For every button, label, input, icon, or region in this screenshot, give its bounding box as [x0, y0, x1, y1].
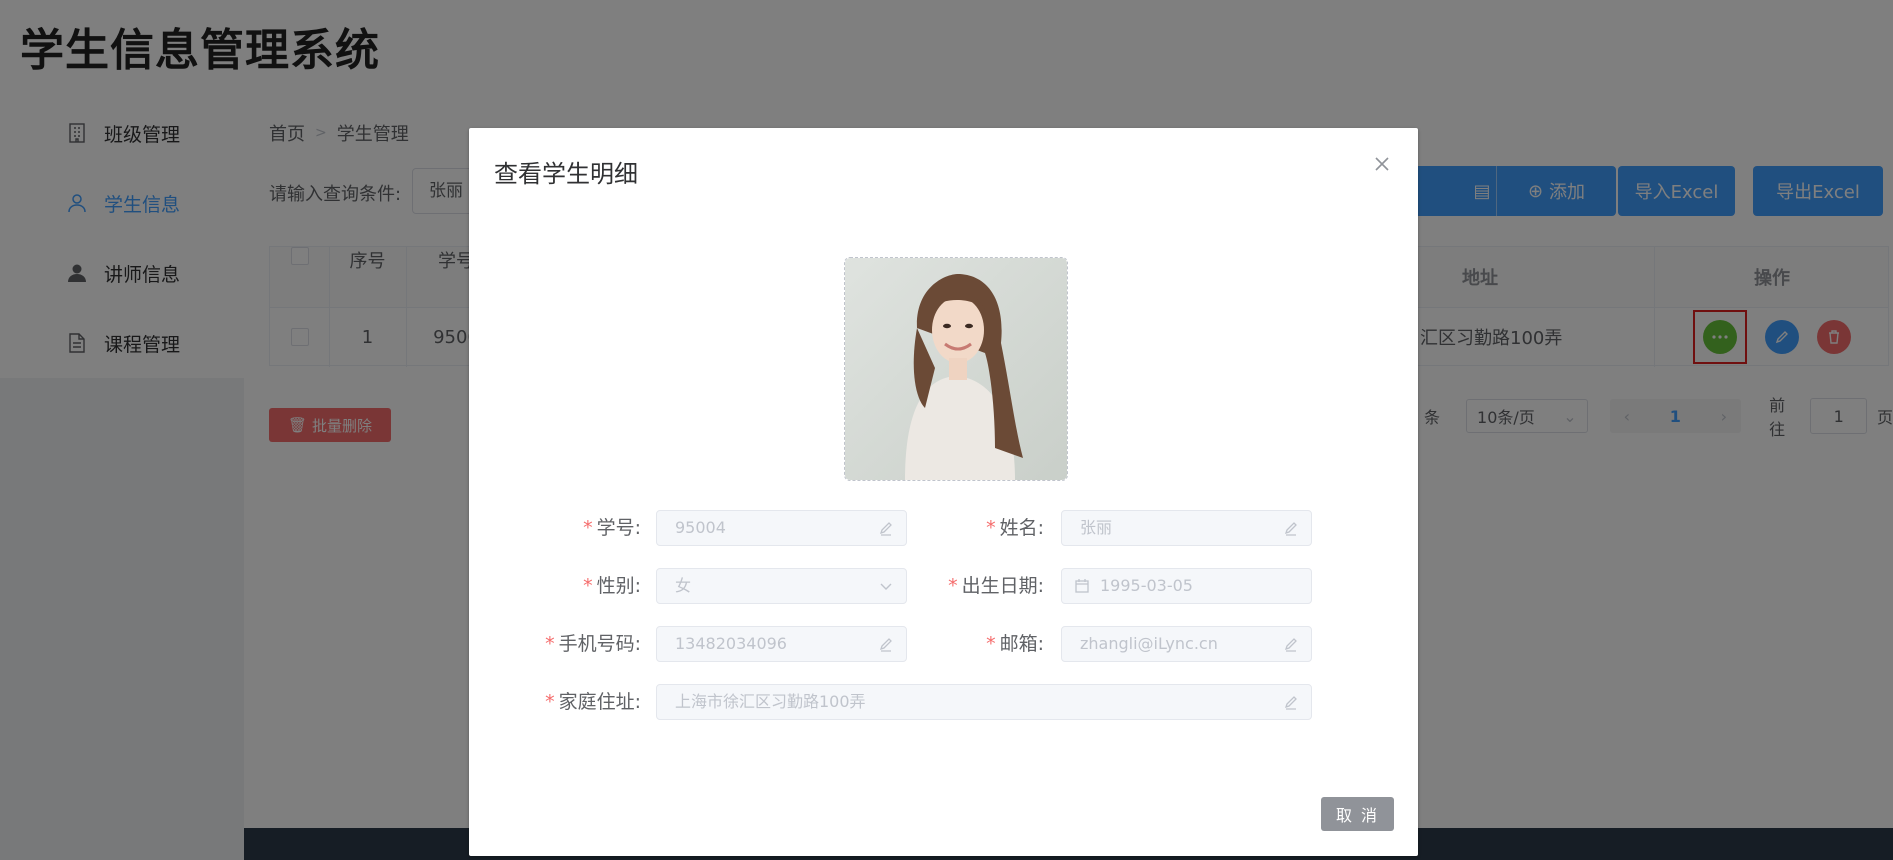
phone-label: * 手机号码:	[545, 633, 641, 655]
sno-value: 95004	[675, 518, 726, 537]
birth-date-picker[interactable]: 1995-03-05	[1061, 568, 1312, 604]
chevron-down-icon	[880, 583, 892, 590]
student-detail-dialog: 查看学生明细 * 学号: 95004 * 姓名: 张丽 * 性别: 女 * 出生…	[469, 128, 1418, 856]
address-label: * 家庭住址:	[545, 691, 641, 713]
name-field[interactable]: 张丽	[1061, 510, 1312, 546]
calendar-icon	[1075, 579, 1089, 593]
edit-icon	[879, 522, 892, 536]
close-icon[interactable]	[1370, 152, 1394, 176]
gender-value: 女	[675, 576, 692, 595]
gender-select[interactable]: 女	[656, 568, 907, 604]
student-photo	[844, 257, 1068, 481]
edit-icon	[1284, 696, 1297, 710]
birth-label: * 出生日期:	[948, 575, 1044, 597]
phone-value: 13482034096	[675, 634, 787, 653]
edit-icon	[1284, 638, 1297, 652]
email-value: zhangli@iLync.cn	[1080, 634, 1218, 653]
gender-label: * 性别:	[583, 575, 641, 597]
name-value: 张丽	[1080, 518, 1113, 537]
dialog-title: 查看学生明细	[494, 160, 638, 188]
sno-field[interactable]: 95004	[656, 510, 907, 546]
email-label: * 邮箱:	[986, 633, 1044, 655]
address-field[interactable]: 上海市徐汇区习勤路100弄	[656, 684, 1312, 720]
email-field[interactable]: zhangli@iLync.cn	[1061, 626, 1312, 662]
edit-icon	[879, 638, 892, 652]
address-value: 上海市徐汇区习勤路100弄	[675, 692, 866, 711]
sno-label: * 学号:	[583, 517, 641, 539]
birth-value: 1995-03-05	[1100, 576, 1193, 595]
phone-field[interactable]: 13482034096	[656, 626, 907, 662]
cancel-button[interactable]: 取 消	[1321, 797, 1394, 831]
name-label: * 姓名:	[986, 517, 1044, 539]
edit-icon	[1284, 522, 1297, 536]
